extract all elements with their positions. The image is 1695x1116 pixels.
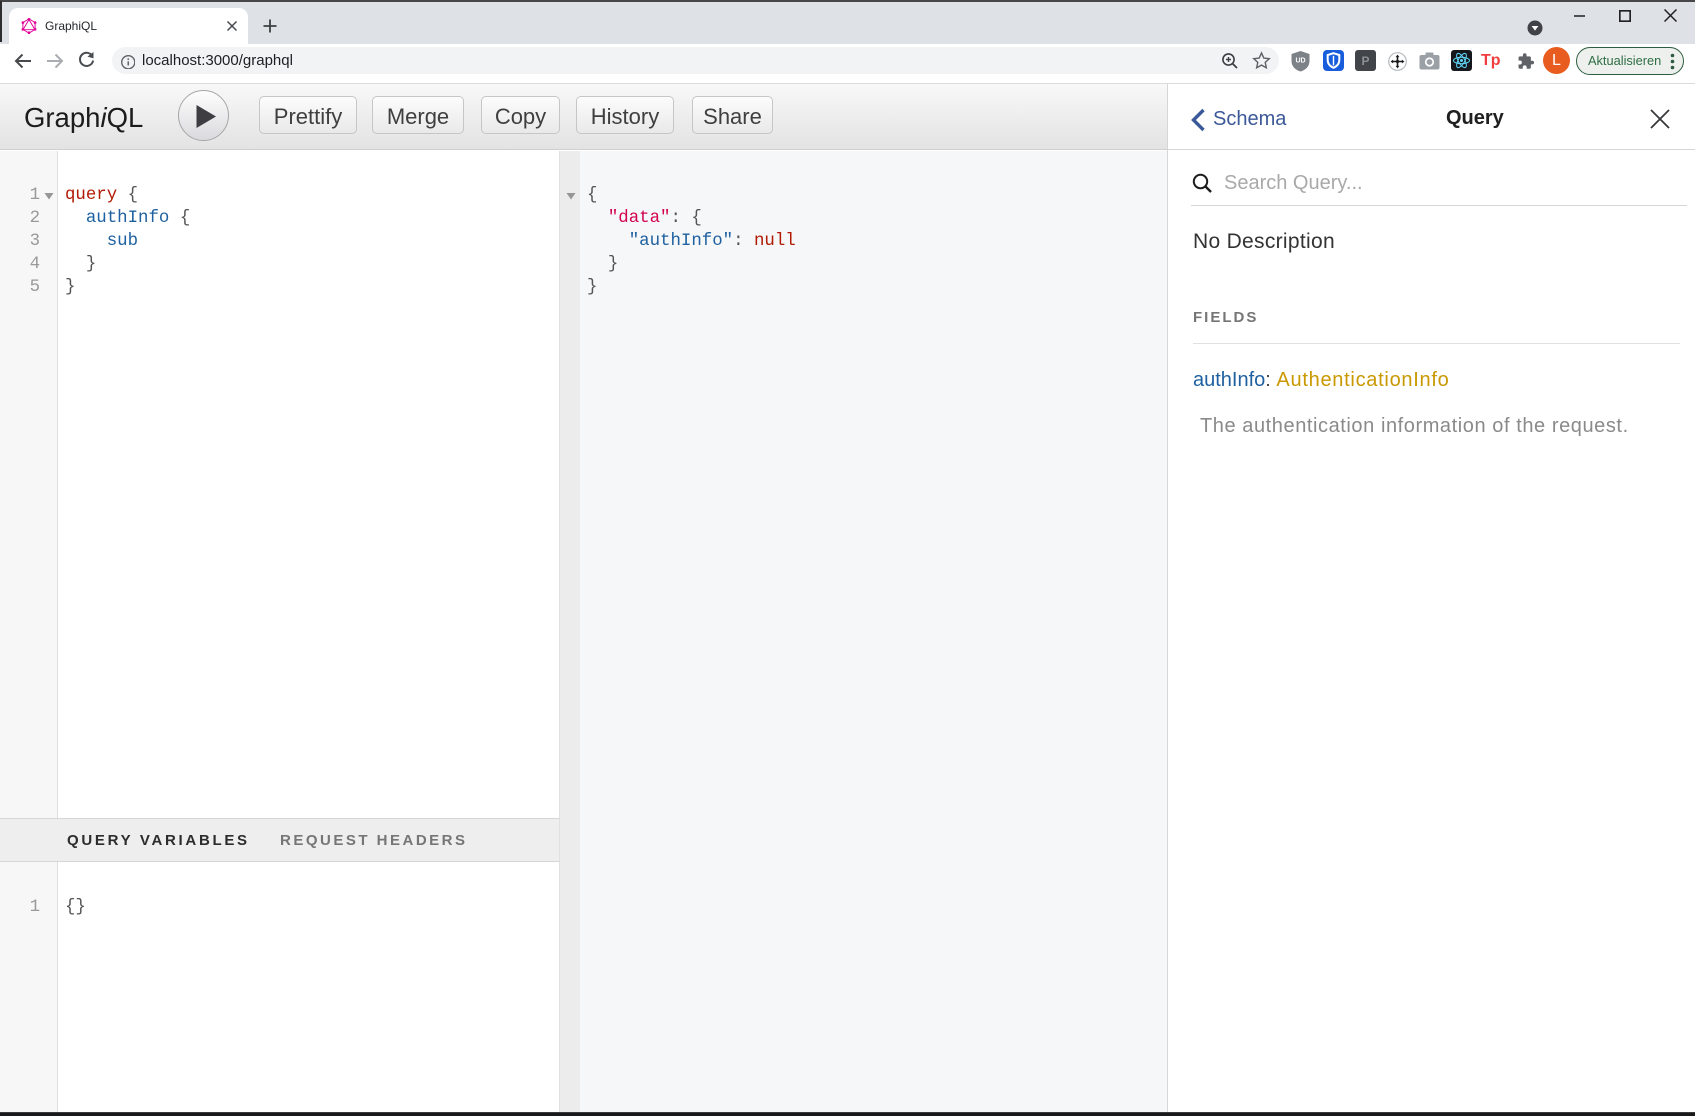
svg-text:P: P bbox=[1361, 54, 1369, 68]
svg-text:UD: UD bbox=[1295, 58, 1305, 65]
